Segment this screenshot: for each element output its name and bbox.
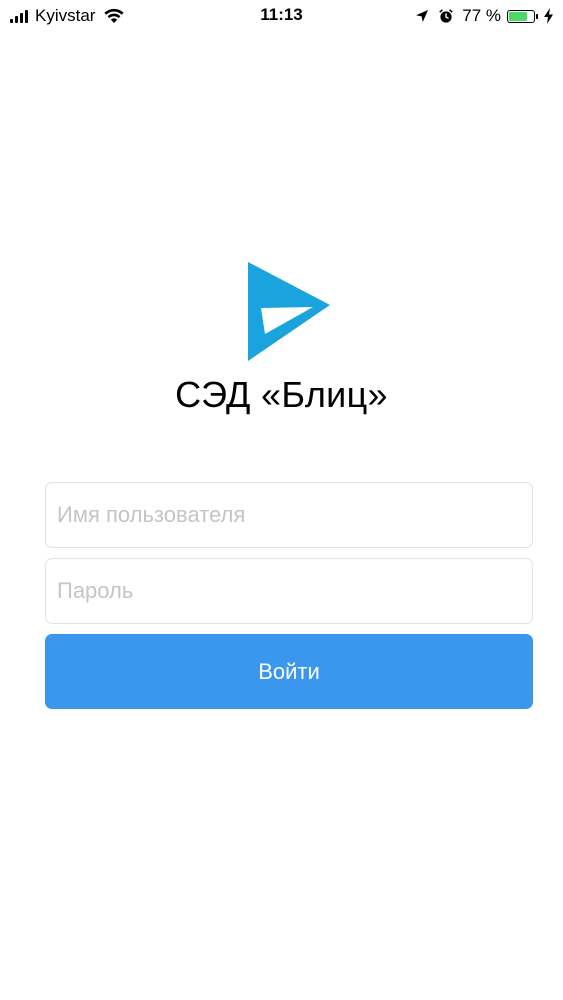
- app-title: СЭД «Блиц»: [175, 374, 388, 415]
- alarm-icon: [439, 9, 454, 23]
- battery-percent: 77 %: [462, 6, 501, 25]
- status-bar: Kyivstar 11:13 77 %: [0, 0, 563, 32]
- battery-cap: [536, 13, 538, 19]
- login-button[interactable]: Войти: [45, 634, 533, 709]
- password-input[interactable]: [45, 558, 533, 624]
- charging-bolt-icon: [544, 8, 553, 24]
- login-screen: Kyivstar 11:13 77 % СЭД «Блиц» Имя польз…: [0, 0, 563, 1000]
- username-input[interactable]: [45, 482, 533, 548]
- battery-level-fill: [509, 11, 528, 21]
- play-triangle-logo-icon: [248, 262, 330, 361]
- location-arrow-icon: [416, 10, 429, 22]
- status-right: 77 %: [415, 5, 553, 27]
- battery-icon: [507, 9, 535, 23]
